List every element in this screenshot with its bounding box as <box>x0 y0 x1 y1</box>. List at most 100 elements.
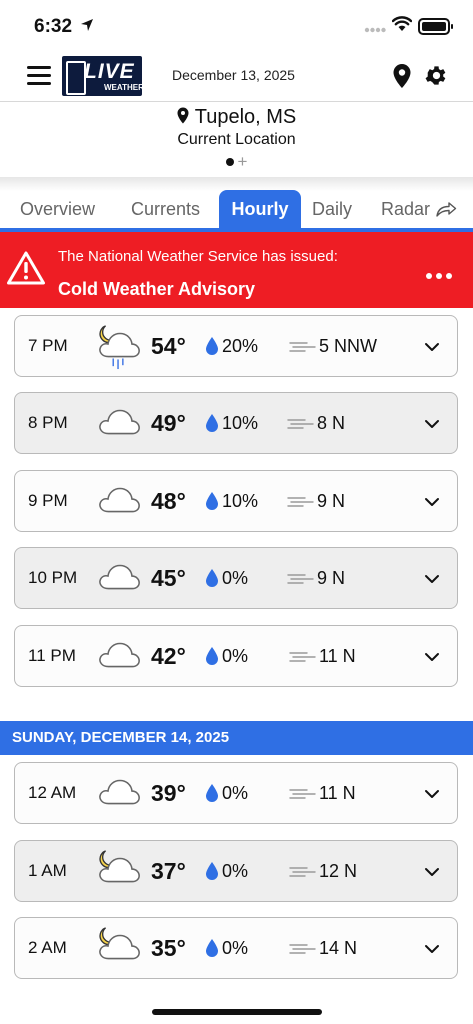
raindrop-icon <box>205 783 219 808</box>
hour-wind: 5 NNW <box>319 336 377 356</box>
wind-icon <box>289 340 317 359</box>
hour-temperature: 35° <box>151 935 186 961</box>
tab-overview[interactable]: Overview <box>20 190 95 228</box>
share-arrow-icon <box>436 202 457 217</box>
tab-radar[interactable]: Radar <box>381 190 457 228</box>
cloud-icon <box>95 399 143 452</box>
alert-issuer-text: The National Weather Service has issued: <box>58 248 338 265</box>
logo-subtext: WEATHER <box>104 83 142 92</box>
location-name: Tupelo, MS <box>194 106 297 128</box>
chevron-down-icon[interactable] <box>424 865 440 883</box>
hour-temperature: 49° <box>151 410 186 436</box>
hour-time: 7 PM <box>28 336 68 355</box>
hour-precip-chance: 20% <box>222 336 259 356</box>
chevron-down-icon[interactable] <box>424 942 440 960</box>
day-header: SUNDAY, DECEMBER 14, 2025 <box>0 721 473 755</box>
header-date: December 13, 2025 <box>172 67 295 83</box>
hour-row[interactable]: 11 PM 42° 0% 11 N <box>14 625 458 687</box>
location-block[interactable]: Tupelo, MS Current Location <box>0 106 473 149</box>
hour-precip-chance: 0% <box>222 568 249 588</box>
hour-temperature: 54° <box>151 333 186 359</box>
location-pager: + <box>0 152 473 172</box>
settings-gear-icon[interactable] <box>424 63 449 88</box>
chevron-down-icon[interactable] <box>424 417 440 435</box>
section-shadow <box>0 177 473 191</box>
hour-row[interactable]: 8 PM 49° 10% 8 N <box>14 392 458 454</box>
chevron-down-icon[interactable] <box>424 340 440 358</box>
chevron-down-icon[interactable] <box>424 787 440 805</box>
hour-row[interactable]: 10 PM 45° 0% 9 N <box>14 547 458 609</box>
hour-precip-chance: 0% <box>222 783 249 803</box>
hour-wind: 14 N <box>319 938 358 958</box>
header-divider <box>0 101 473 102</box>
raindrop-icon <box>205 646 219 671</box>
menu-icon-bar <box>27 82 51 85</box>
wind-icon <box>289 865 317 884</box>
battery-icon <box>418 18 453 35</box>
wind-icon <box>287 495 315 514</box>
app-header: LIVE WEATHER December 13, 2025 <box>0 52 473 100</box>
menu-icon <box>27 66 51 69</box>
cloud-icon <box>95 632 143 685</box>
wind-icon <box>287 417 315 436</box>
raindrop-icon <box>205 336 219 361</box>
hour-wind: 8 N <box>317 413 346 433</box>
hour-time: 9 PM <box>28 491 68 510</box>
hour-wind: 9 N <box>317 491 346 511</box>
raindrop-icon <box>205 413 219 438</box>
raindrop-icon <box>205 491 219 516</box>
hour-time: 2 AM <box>28 938 67 957</box>
hour-wind: 11 N <box>319 646 356 666</box>
chevron-down-icon[interactable] <box>424 572 440 590</box>
wind-icon <box>289 650 317 669</box>
hour-row[interactable]: 1 AM 37° 0% 12 N <box>14 840 458 902</box>
menu-button[interactable] <box>27 66 51 86</box>
hour-row[interactable]: 9 PM 48° 10% 9 N <box>14 470 458 532</box>
pager-dot-active[interactable] <box>225 158 234 166</box>
tab-currents[interactable]: Currents <box>131 190 200 228</box>
hour-row[interactable]: 7 PM 54° 20% 5 NNW <box>14 315 458 377</box>
hour-temperature: 37° <box>151 858 186 884</box>
hour-time: 1 AM <box>28 861 67 880</box>
hour-precip-chance: 10% <box>222 413 259 433</box>
wind-icon <box>287 572 315 591</box>
hour-row[interactable]: 2 AM 35° 0% 14 N <box>14 917 458 979</box>
hour-wind: 11 N <box>319 783 356 803</box>
more-options-icon[interactable] <box>426 266 456 284</box>
status-time: 6:32 <box>34 16 73 37</box>
tab-daily[interactable]: Daily <box>312 190 352 228</box>
weather-alert-banner[interactable]: The National Weather Service has issued:… <box>0 232 473 308</box>
live-weather-logo: LIVE WEATHER <box>62 56 142 96</box>
partly-cloudy-night-icon <box>95 847 143 900</box>
menu-icon-bar <box>27 74 51 77</box>
raindrop-icon <box>205 861 219 886</box>
add-location-plus-icon[interactable]: + <box>238 152 248 172</box>
hour-row[interactable]: 12 AM 39° 0% 11 N <box>14 762 458 824</box>
hour-temperature: 42° <box>151 643 186 669</box>
tab-hourly[interactable]: Hourly <box>219 190 301 228</box>
raindrop-icon <box>205 938 219 963</box>
hour-precip-chance: 10% <box>222 491 259 511</box>
partly-cloudy-night-icon <box>95 924 143 977</box>
hour-precip-chance: 0% <box>222 646 249 666</box>
alert-title: Cold Weather Advisory <box>58 279 256 299</box>
raindrop-icon <box>205 568 219 593</box>
hour-time: 8 PM <box>28 413 68 432</box>
wind-icon <box>289 942 317 961</box>
hour-precip-chance: 0% <box>222 861 249 881</box>
hour-temperature: 48° <box>151 488 186 514</box>
status-bar: 6:32 <box>0 0 473 52</box>
chevron-down-icon[interactable] <box>424 650 440 668</box>
hour-time: 11 PM <box>28 646 76 665</box>
tab-bar: Overview Currents Hourly Daily Radar <box>0 190 473 230</box>
chevron-down-icon[interactable] <box>424 495 440 513</box>
location-pin-icon[interactable] <box>392 63 412 89</box>
location-line: Tupelo, MS <box>0 106 473 130</box>
hour-wind: 12 N <box>319 861 358 881</box>
wind-icon <box>289 787 317 806</box>
hour-temperature: 39° <box>151 780 186 806</box>
tab-radar-label: Radar <box>381 199 431 219</box>
warning-triangle-icon <box>7 251 45 285</box>
cloud-icon <box>95 769 143 822</box>
cloud-icon <box>95 477 143 530</box>
